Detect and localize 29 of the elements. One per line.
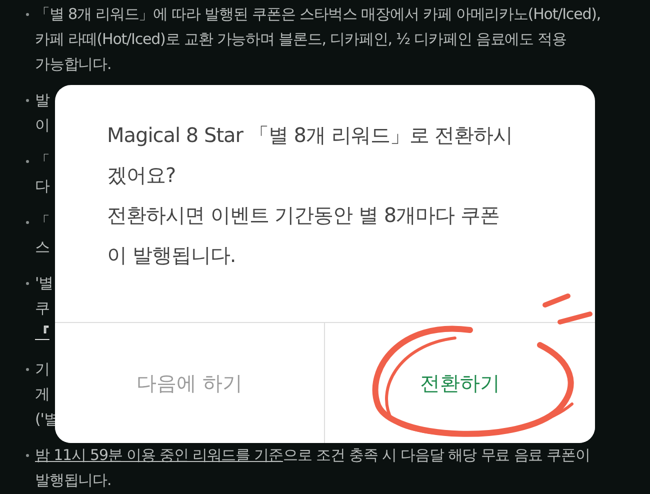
notice-text: 가능합니다.	[35, 54, 112, 75]
cancel-button[interactable]: 다음에 하기	[55, 323, 325, 443]
notice-text: 기	[35, 359, 50, 380]
dash-marks-drawing	[542, 294, 592, 324]
bullet-icon	[26, 368, 29, 371]
bullet-icon	[26, 282, 29, 285]
bullet-icon	[26, 160, 29, 163]
notice-text: 게	[35, 384, 50, 405]
bullet-icon	[26, 99, 29, 102]
bullet-icon	[26, 221, 29, 224]
notice-text: 「별 8개 리워드」에 따라 발행된 쿠폰은 스타벅스 매장에서 카페 아메리카노(Hot/Iced),	[35, 4, 601, 25]
notice-text: 『	[35, 323, 50, 344]
dialog-message: Magical 8 Star 「별 8개 리워드」로 전환하시	[107, 122, 514, 149]
notice-text: 스	[35, 237, 50, 258]
dialog-message: 겠어요?	[107, 162, 177, 189]
bullet-icon	[26, 454, 29, 457]
notice-text: 이	[35, 115, 50, 136]
bullet-icon	[26, 13, 29, 16]
notice-text: 카페 라떼(Hot/Iced)로 교환 가능하며 블론드, 디카페인, ½ 디카페인 음료에도 적용	[35, 29, 568, 50]
notice-text: 쿠	[35, 298, 50, 319]
notice-text: 「	[35, 151, 50, 172]
notice-text: 「	[35, 212, 50, 233]
notice-text: '별	[35, 273, 53, 294]
dialog-message: 전환하시면 이벤트 기간동안 별 8개마다 쿠폰	[107, 202, 501, 229]
notice-text: 밤 11시 59분 이용 중인 리워드를 기준으로 조건 충족 시 다음달 해당 무료 음료 쿠폰이	[35, 445, 590, 466]
notice-text: 다	[35, 176, 50, 197]
notice-text: 발	[35, 90, 50, 111]
dialog-message: 이 발행됩니다.	[107, 242, 237, 269]
notice-text: 발행됩니다.	[35, 470, 112, 491]
